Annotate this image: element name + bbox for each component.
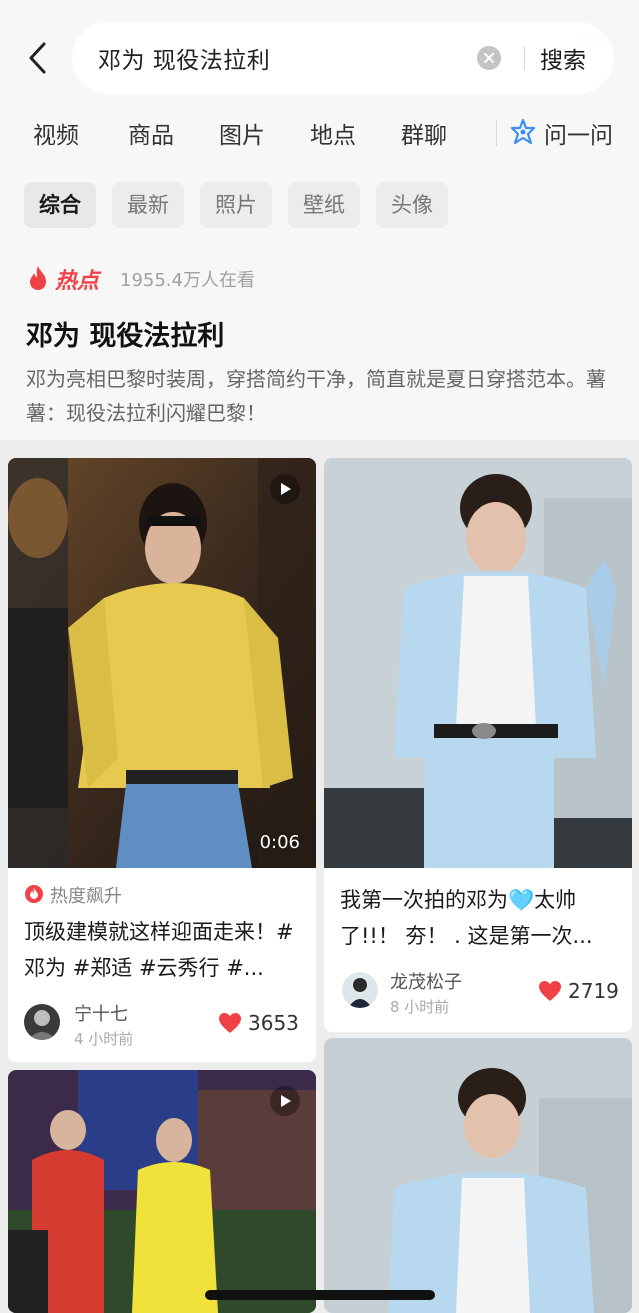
heart-icon[interactable] [218, 1012, 242, 1038]
card-title: 顶级建模就这样迎面走来！#邓为 #郑适 #云秀行 #... [24, 920, 294, 980]
avatar[interactable] [24, 1004, 60, 1040]
image-card[interactable]: 我第一次拍的邓为🩵太帅了!!！ 夯！ . 这是第一次... 龙茂松子 8 小时前… [324, 458, 632, 1032]
post-image [324, 458, 632, 868]
video-card[interactable]: 0:06 热度飙升 顶级建模就这样迎面走来！#邓为 #郑适 #云秀行 #... … [8, 458, 316, 1062]
post-time: 4 小时前 [74, 1030, 134, 1048]
search-input[interactable]: 邓为 现役法拉利 搜索 [72, 22, 614, 94]
post-time: 8 小时前 [390, 998, 450, 1016]
tab-products[interactable]: 商品 [128, 116, 174, 150]
tab-video[interactable]: 视频 [33, 116, 79, 150]
chip-comprehensive[interactable]: 综合 [24, 182, 96, 228]
ask-label: 问一问 [544, 123, 613, 149]
hot-topic-description: 邓为亮相巴黎时装周，穿搭简约干净，简直就是夏日穿搭范本。薯薯：现役法拉利闪耀巴黎… [26, 367, 606, 425]
tab-groups[interactable]: 群聊 [401, 116, 447, 150]
search-divider [524, 46, 525, 70]
search-query-text: 邓为 现役法拉利 [98, 48, 271, 74]
tab-places[interactable]: 地点 [310, 116, 356, 150]
like-count: 2719 [568, 979, 619, 1003]
heart-icon[interactable] [538, 980, 562, 1006]
back-arrow-icon[interactable] [24, 40, 52, 76]
chip-avatars[interactable]: 头像 [376, 182, 448, 228]
video-thumbnail-image [8, 1070, 316, 1313]
author-name[interactable]: 宁十七 [74, 1000, 128, 1026]
trending-label: 热度飙升 [50, 886, 122, 907]
chip-wallpapers[interactable]: 壁纸 [288, 182, 360, 228]
search-button[interactable]: 搜索 [540, 41, 586, 75]
post-image [324, 1038, 632, 1313]
more-options-icon[interactable] [578, 30, 618, 45]
clear-search-icon[interactable] [477, 46, 501, 70]
home-indicator[interactable] [205, 1290, 435, 1300]
play-icon [270, 1086, 300, 1116]
video-thumbnail-image [8, 458, 316, 868]
hot-label: 热点 [55, 269, 100, 294]
hot-viewer-count: 1955.4万人在看 [120, 270, 255, 291]
card-title: 我第一次拍的邓为🩵太帅了!!！ 夯！ . 这是第一次... [340, 888, 593, 948]
author-name[interactable]: 龙茂松子 [390, 968, 462, 994]
chip-latest[interactable]: 最新 [112, 182, 184, 228]
ask-divider [496, 120, 497, 146]
image-card[interactable] [324, 1038, 632, 1313]
tab-images[interactable]: 图片 [219, 116, 265, 150]
video-duration: 0:06 [259, 832, 300, 853]
like-count: 3653 [248, 1011, 299, 1035]
hot-topic-title[interactable]: 邓为 现役法拉利 [26, 314, 224, 353]
trending-fire-icon [24, 884, 44, 908]
fire-icon [26, 264, 50, 296]
chip-photos[interactable]: 照片 [200, 182, 272, 228]
sparkle-star-icon [510, 118, 536, 150]
video-card[interactable] [8, 1070, 316, 1313]
avatar[interactable] [342, 972, 378, 1008]
play-icon [270, 474, 300, 504]
